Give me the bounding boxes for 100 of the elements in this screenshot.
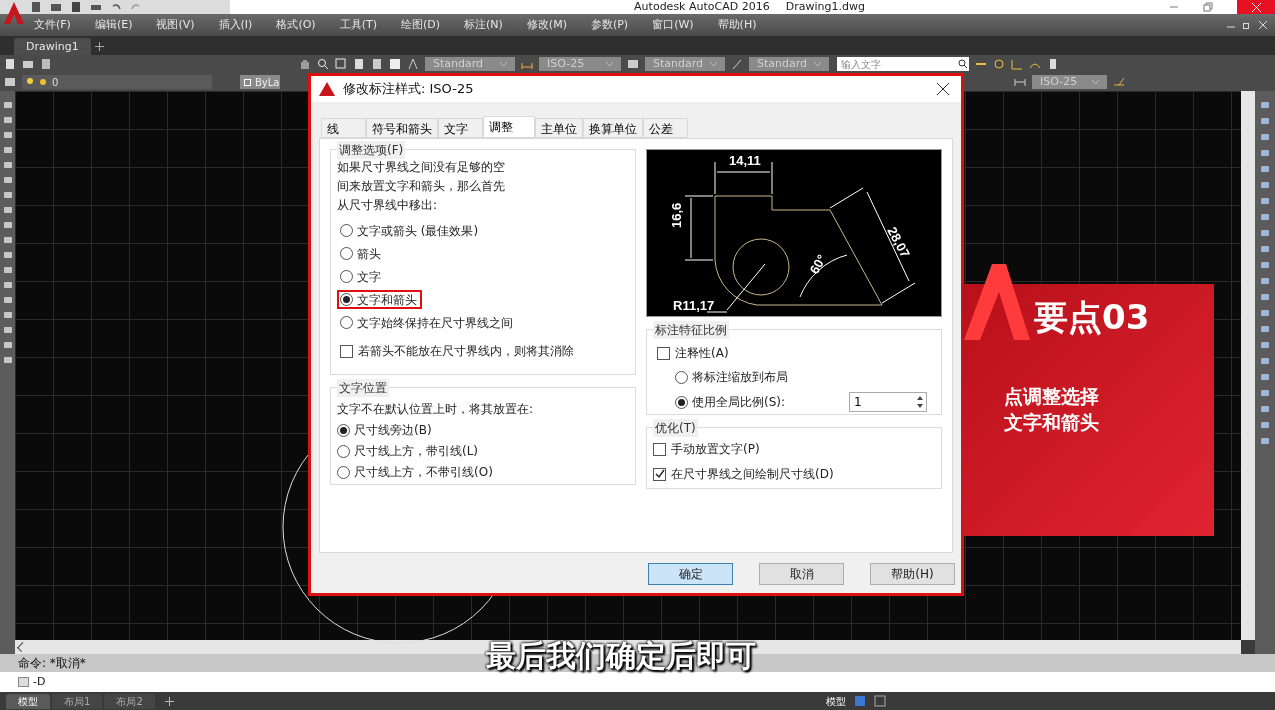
draw-tool-icon[interactable] [2,144,13,156]
modify-tool-icon[interactable] [1260,227,1270,239]
menu-item[interactable]: 视图(V) [156,16,195,34]
dialog-tab[interactable]: 换算单位 [583,118,643,138]
dialog-tab[interactable]: 调整 [483,116,535,138]
open-folder-icon[interactable] [50,1,62,13]
leader-style-icon[interactable] [731,58,743,70]
dialog-tab[interactable]: 主单位 [535,118,583,138]
close-icon[interactable] [937,83,949,95]
draw-tool-icon[interactable] [2,99,13,111]
layout-tab[interactable]: 布局2 [104,693,155,709]
save-icon[interactable] [40,58,52,70]
open-folder-icon[interactable] [22,58,34,70]
radio-label[interactable]: 文字或箭头 (最佳效果) [357,221,479,240]
radio-button[interactable] [675,370,688,384]
menu-item[interactable]: 格式(O) [276,16,316,34]
radio-label[interactable]: 文字 [357,267,381,286]
radio-label[interactable]: 文字始终保持在尺寸界线之间 [357,313,513,332]
radio-label[interactable]: 箭头 [357,244,381,263]
close-button[interactable] [1237,0,1275,14]
menu-item[interactable]: 绘图(D) [400,16,441,34]
modify-tool-icon[interactable] [1260,259,1270,271]
layer-icon[interactable] [4,76,16,88]
draw-tool-icon[interactable] [2,279,13,291]
dialog-button[interactable]: 取消 [759,563,844,585]
layout-tab[interactable]: 布局1 [52,693,103,709]
modify-tool-icon[interactable] [1260,147,1270,159]
checkbox-label[interactable]: 在尺寸界线之间绘制尺寸线(D) [671,465,834,483]
save-icon[interactable] [70,1,82,13]
draw-tool-icon[interactable] [2,354,13,366]
grid-icon[interactable] [853,695,866,707]
restore-icon[interactable] [1243,21,1251,29]
menu-item[interactable]: 参数(P) [590,16,629,34]
plus-icon[interactable] [94,42,104,51]
modify-tool-icon[interactable] [1260,195,1270,207]
layout-tab[interactable]: 模型 [6,693,50,709]
draw-tool-icon[interactable] [2,114,13,126]
vertical-scrollbar[interactable] [1241,91,1255,640]
checkbox[interactable] [657,346,670,360]
radio-label[interactable]: 尺寸线上方，带引线(L) [354,442,479,460]
dim-style-icon[interactable] [1113,76,1125,88]
checkbox-label[interactable]: 手动放置文字(P) [671,440,760,458]
checkbox[interactable] [653,467,666,481]
modify-tool-icon[interactable] [1260,323,1270,335]
modify-tool-icon[interactable] [1260,179,1270,191]
help-icon[interactable] [389,58,401,70]
dialog-tab[interactable]: 文字 [438,118,483,138]
dim-angle-icon[interactable] [1011,58,1023,70]
new-file-icon[interactable] [4,58,16,70]
modify-tool-icon[interactable] [1260,387,1270,399]
table-style-icon[interactable] [627,58,639,70]
draw-tool-icon[interactable] [2,204,13,216]
modify-tool-icon[interactable] [1260,211,1270,223]
menu-item[interactable]: 标注(N) [464,16,503,34]
draw-tool-icon[interactable] [2,309,13,321]
restore-icon[interactable] [1203,2,1213,12]
layer-dropdown[interactable]: 0 [22,75,212,89]
radio-button[interactable] [337,444,350,458]
modify-tool-icon[interactable] [1260,275,1270,287]
radio-button[interactable] [340,316,353,329]
menu-item[interactable]: 帮助(H) [717,16,757,34]
radio-label[interactable]: 尺寸线上方，不带引线(O) [354,463,493,481]
modify-tool-icon[interactable] [1260,99,1270,111]
text-style-icon[interactable] [407,58,419,70]
dialog-button[interactable]: 帮助(H) [870,563,955,585]
modify-tool-icon[interactable] [1260,403,1270,415]
window-icon[interactable] [335,58,347,70]
radio-button[interactable] [675,395,688,409]
dialog-tab[interactable]: 线 [321,118,366,138]
app-logo-icon[interactable] [2,0,26,26]
modify-tool-icon[interactable] [1260,355,1270,367]
dialog-tab[interactable]: 公差 [643,118,688,138]
dim-style-icon[interactable] [1014,76,1026,88]
checkbox[interactable] [340,344,353,358]
search-field[interactable]: 输入文字 [837,57,957,71]
new-file-icon[interactable] [30,1,42,13]
draw-tool-icon[interactable] [2,294,13,306]
document-tab[interactable]: Drawing1 [14,38,91,55]
modify-tool-icon[interactable] [1260,435,1270,447]
menu-item[interactable]: 窗口(W) [652,16,694,34]
draw-tool-icon[interactable] [2,264,13,276]
menu-item[interactable]: 编辑(E) [94,16,133,34]
dim-update-icon[interactable] [1047,58,1059,70]
radio-button[interactable] [340,293,353,306]
radio-label[interactable]: 使用全局比例(S): [692,393,786,411]
dim-radius-icon[interactable] [993,58,1005,70]
calculator-icon[interactable] [371,58,383,70]
radio-button[interactable] [340,224,353,237]
menu-item[interactable]: 插入(I) [218,16,253,34]
model-space-button[interactable]: 模型 [825,693,846,709]
dialog-tab[interactable]: 符号和箭头 [366,118,438,138]
menu-item[interactable]: 工具(T) [339,16,377,34]
radio-button[interactable] [340,247,353,260]
modify-tool-icon[interactable] [1260,307,1270,319]
draw-tool-icon[interactable] [2,249,13,261]
radio-label[interactable]: 尺寸线旁边(B) [354,421,432,439]
checkbox-label[interactable]: 注释性(A) [675,344,729,362]
checkbox-label[interactable]: 若箭头不能放在尺寸界线内，则将其消除 [358,342,574,360]
draw-tool-icon[interactable] [2,129,13,141]
checkbox[interactable] [653,442,666,456]
